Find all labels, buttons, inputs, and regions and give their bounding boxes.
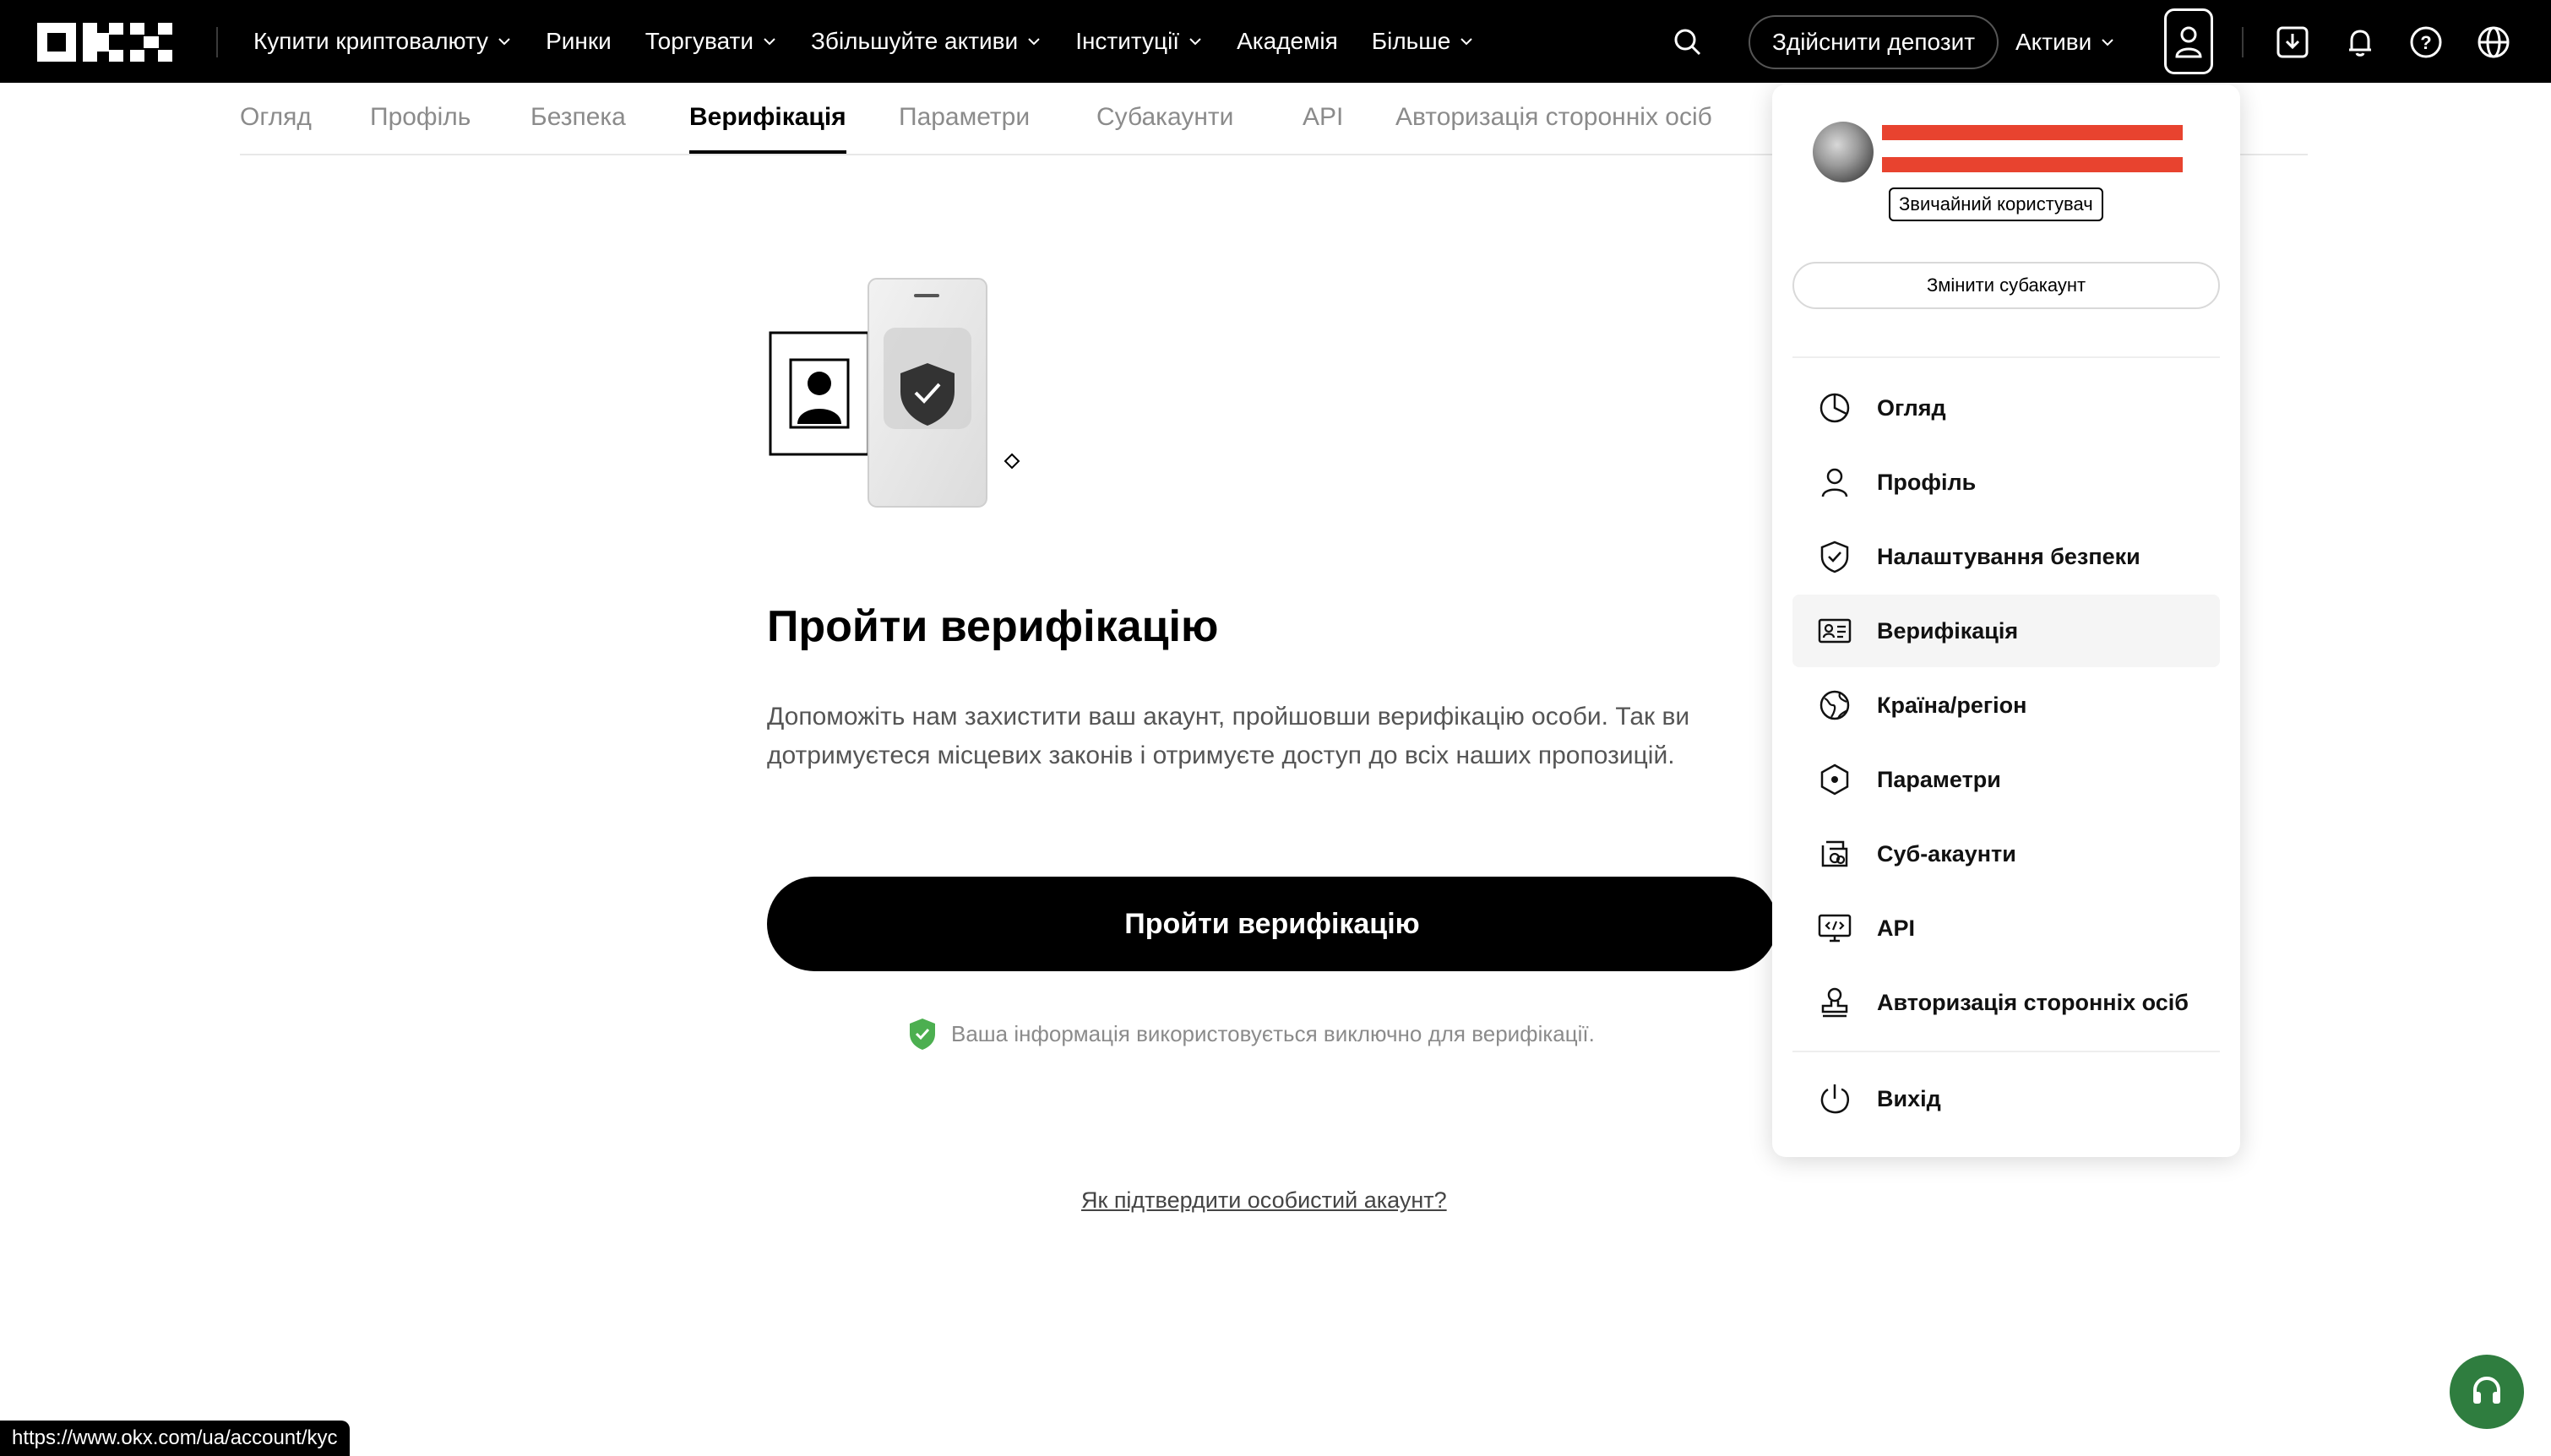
active-tab-underline (689, 150, 846, 154)
hexagon-settings-icon (1816, 761, 1853, 798)
menu-item-profile[interactable]: Профіль (1792, 446, 2220, 519)
tab-security[interactable]: Безпека (530, 103, 626, 132)
menu-item-label: Огляд (1877, 394, 1946, 421)
search-button[interactable] (1671, 25, 1705, 59)
top-navigation-bar: Купити криптовалюту Ринки Торгувати Збіл… (0, 0, 2551, 83)
nav-label: Збільшуйте активи (811, 28, 1019, 54)
switch-subaccount-button[interactable]: Змінити субакаунт (1792, 262, 2220, 309)
privacy-note-text: Ваша інформація використовується виключн… (951, 1020, 1595, 1046)
menu-item-verification[interactable]: Верифікація (1792, 595, 2220, 667)
page-description: Допоможіть нам захистити ваш акаунт, про… (767, 703, 1690, 769)
how-to-verify-link[interactable]: Як підтвердити особистий акаунт? (1081, 1187, 1447, 1214)
menu-item-api[interactable]: API (1792, 892, 2220, 964)
notifications-button[interactable] (2342, 24, 2379, 61)
menu-item-security-settings[interactable]: Налаштування безпеки (1792, 520, 2220, 593)
tab-third-party-authorization[interactable]: Авторизація сторонніх осіб (1395, 103, 1712, 132)
page-title: Пройти верифікацію (767, 602, 1219, 651)
nav-buy-crypto[interactable]: Купити криптовалюту (253, 28, 512, 55)
nav-label: Торгувати (645, 28, 753, 54)
sub-accounts-icon (1816, 835, 1853, 872)
redacted-user-id (1882, 157, 2183, 172)
id-card-icon (1816, 612, 1853, 649)
nav-label: Ринки (546, 28, 612, 54)
user-icon (2175, 26, 2202, 58)
menu-item-label: Країна/регіон (1877, 692, 2027, 718)
person-icon (1816, 464, 1853, 501)
user-account-button[interactable] (2164, 8, 2213, 74)
help-button[interactable]: ? (2407, 24, 2445, 61)
start-verification-button[interactable]: Пройти верифікацію (767, 877, 1777, 971)
authorization-stamp-icon (1816, 984, 1853, 1021)
main-nav: Купити криптовалюту Ринки Торгувати Збіл… (253, 0, 1508, 83)
verification-illustration (767, 277, 1020, 513)
nav-label: Інституції (1075, 28, 1180, 54)
chevron-down-icon (764, 38, 775, 46)
menu-item-logout[interactable]: Вихід (1792, 1062, 2220, 1135)
green-shield-icon (910, 1019, 935, 1050)
menu-item-sub-accounts[interactable]: Суб-акаунти (1792, 818, 2220, 890)
bell-icon (2349, 30, 2371, 57)
chevron-down-icon (1460, 38, 1473, 46)
tab-parameters[interactable]: Параметри (899, 103, 1030, 132)
headset-icon (2473, 1376, 2500, 1404)
menu-item-label: Суб-акаунти (1877, 840, 2016, 867)
support-chat-button[interactable] (2450, 1355, 2524, 1429)
okx-logo[interactable] (37, 23, 172, 62)
pie-chart-icon (1816, 389, 1853, 426)
nav-label: Академія (1237, 28, 1338, 54)
globe-region-icon (1816, 687, 1853, 724)
menu-item-country-region[interactable]: Країна/регіон (1792, 669, 2220, 742)
nav-more[interactable]: Більше (1372, 28, 1475, 55)
redacted-email (1882, 125, 2183, 140)
download-app-button[interactable] (2274, 24, 2311, 61)
menu-item-label: Авторизація сторонніх осіб (1877, 989, 2189, 1015)
menu-item-label: Налаштування безпеки (1877, 543, 2140, 569)
shield-check-icon (1816, 538, 1853, 575)
assets-menu[interactable]: Активи (2015, 15, 2115, 69)
help-icon: ? (2410, 26, 2442, 58)
svg-text:?: ? (2420, 32, 2431, 53)
user-dropdown-menu: Звичайний користувач Змінити субакаунт О… (1772, 84, 2240, 1157)
chevron-down-icon (498, 38, 510, 46)
nav-trade[interactable]: Торгувати (645, 28, 777, 55)
tab-api[interactable]: API (1303, 103, 1343, 132)
search-icon (1674, 29, 1701, 56)
power-icon (1816, 1080, 1853, 1117)
menu-item-overview[interactable]: Огляд (1792, 372, 2220, 444)
assets-label: Активи (2015, 29, 2092, 55)
nav-academy[interactable]: Академія (1237, 28, 1338, 55)
nav-label: Купити криптовалюту (253, 28, 489, 54)
chevron-down-icon (1189, 38, 1201, 46)
deposit-button[interactable]: Здійснити депозит (1749, 15, 1999, 69)
user-level-badge: Звичайний користувач (1889, 187, 2103, 221)
nav-grow-assets[interactable]: Збільшуйте активи (811, 28, 1042, 55)
tab-subaccounts[interactable]: Субакаунти (1096, 103, 1233, 132)
nav-markets[interactable]: Ринки (546, 28, 612, 55)
topbar-divider (2242, 27, 2244, 57)
menu-item-label: Верифікація (1877, 617, 2019, 644)
menu-item-label: Вихід (1877, 1085, 1941, 1111)
api-code-icon (1816, 910, 1853, 947)
tab-profile[interactable]: Профіль (370, 103, 470, 132)
menu-item-label: API (1877, 915, 1916, 941)
menu-item-third-party-authorization[interactable]: Авторизація сторонніх осіб (1792, 966, 2220, 1039)
menu-divider (1792, 1051, 2220, 1052)
menu-item-label: Параметри (1877, 766, 2001, 792)
tab-overview[interactable]: Огляд (240, 103, 312, 132)
language-button[interactable] (2475, 24, 2512, 61)
download-icon (2276, 26, 2309, 58)
status-bar-url: https://www.okx.com/ua/account/kyc (0, 1421, 350, 1456)
avatar (1813, 122, 1874, 182)
menu-item-parameters[interactable]: Параметри (1792, 743, 2220, 816)
menu-divider (1792, 356, 2220, 358)
tab-verification[interactable]: Верифікація (689, 103, 846, 132)
nav-label: Більше (1371, 28, 1451, 54)
nav-institutions[interactable]: Інституції (1075, 28, 1203, 55)
chevron-down-icon (2102, 39, 2113, 46)
privacy-note: Ваша інформація використовується виключн… (907, 1013, 1595, 1054)
globe-icon (2478, 26, 2510, 58)
logo-divider (216, 27, 218, 57)
menu-item-label: Профіль (1877, 469, 1977, 495)
chevron-down-icon (1028, 38, 1040, 46)
